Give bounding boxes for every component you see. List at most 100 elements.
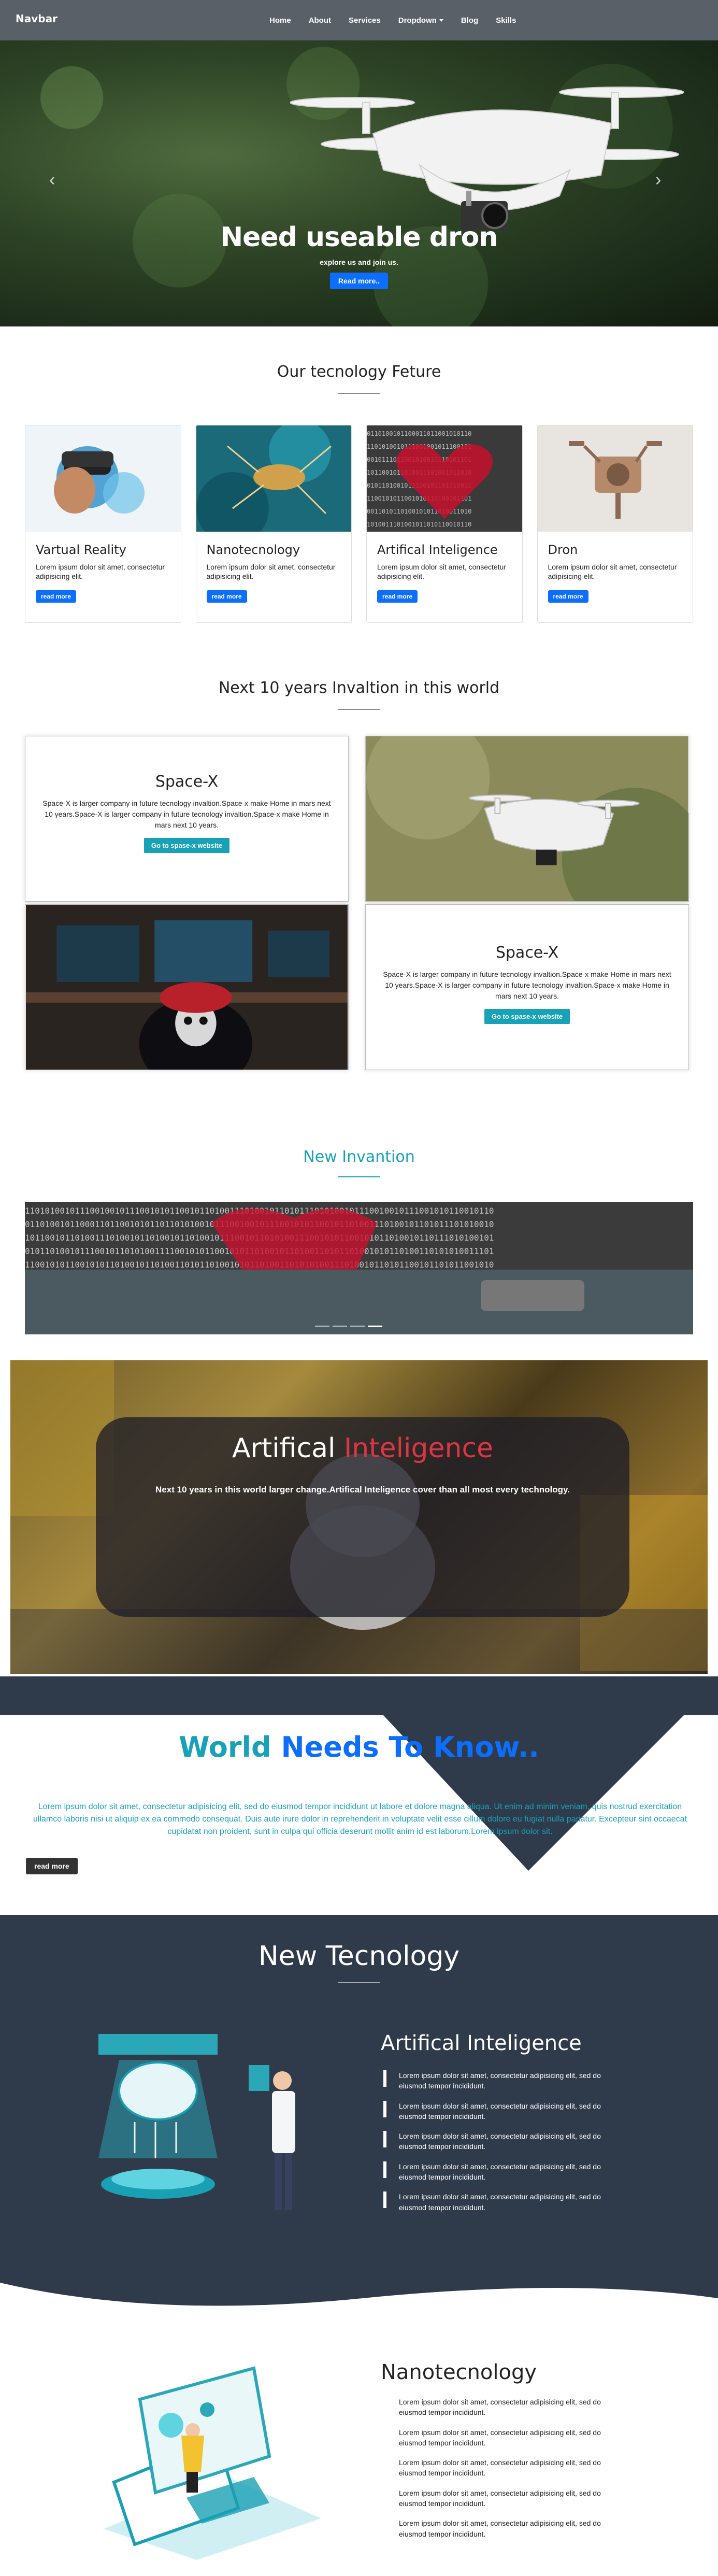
nav-link-blog[interactable]: Blog xyxy=(461,16,478,25)
dron-image xyxy=(537,425,693,532)
carousel-indicator[interactable] xyxy=(315,1326,329,1327)
nanotech-image xyxy=(196,425,352,545)
needs-words: Needs To Know.. xyxy=(281,1731,539,1763)
svg-text:1010011101001011010110010110: 1010011101001011010110010110 xyxy=(367,521,471,528)
list-item: Lorem ipsum dolor sit amet, consectetur … xyxy=(399,2519,601,2538)
bar-icon xyxy=(383,2131,386,2148)
new-invantion-underline xyxy=(338,1176,380,1177)
caret-down-icon xyxy=(439,19,443,22)
hero-subtitle: explore us and join us. xyxy=(320,258,398,266)
spacex-box-1: Space-X Space-X is larger company in fut… xyxy=(25,736,349,902)
nav-links: Home About Services Dropdown Blog Skills xyxy=(269,0,516,40)
nav-link-skills[interactable]: Skills xyxy=(496,16,516,25)
hero-read-more-button[interactable]: Read more.. xyxy=(329,273,389,289)
bar-icon xyxy=(383,2161,386,2178)
spacex-text: Space-X is larger company in future tecn… xyxy=(42,799,331,829)
navbar: Navbar Home About Services Dropdown Blog… xyxy=(0,0,718,40)
wave-divider xyxy=(0,2283,718,2319)
features-underline xyxy=(338,393,380,394)
nav-link-dropdown[interactable]: Dropdown xyxy=(398,16,443,25)
list-item: Lorem ipsum dolor sit amet, consectetur … xyxy=(383,2131,611,2152)
list-item: Lorem ipsum dolor sit amet, consectetur … xyxy=(383,2191,611,2213)
ai-title-white: Artifical xyxy=(232,1433,336,1464)
list-item-text: Lorem ipsum dolor sit amet, consectetur … xyxy=(399,2132,601,2151)
carousel-indicator[interactable] xyxy=(333,1326,347,1327)
spacex-title: Space-X xyxy=(495,944,559,962)
card-vr: Vartual Reality Lorem ipsum dolor sit am… xyxy=(25,425,181,623)
hacker-image xyxy=(25,904,349,1070)
svg-text:0011010110100101011010011010: 0011010110100101011010011010 xyxy=(367,508,471,515)
carousel-indicator[interactable] xyxy=(350,1326,365,1327)
nav-link-home[interactable]: Home xyxy=(269,16,291,25)
world-needs-title: World Needs To Know.. xyxy=(0,1731,718,1763)
card-read-more-button[interactable]: read more xyxy=(36,590,77,603)
invantion-carousel: 1101010010111001001011100101011001011010… xyxy=(25,1202,693,1334)
nano-list: Lorem ipsum dolor sit amet, consectetur … xyxy=(399,2397,616,2549)
ai-banner: Artifical Inteligence Next 10 years in t… xyxy=(10,1360,708,1674)
list-item-text: Lorem ipsum dolor sit amet, consectetur … xyxy=(399,2193,601,2212)
world-needs-text: Lorem ipsum dolor sit amet, consectetur … xyxy=(33,1802,687,1836)
world-needs-read-more-button[interactable]: read more xyxy=(26,1858,78,1874)
dropdown-label: Dropdown xyxy=(398,16,437,25)
card-title: Artifical Inteligence xyxy=(377,543,498,557)
card-text: Lorem ipsum dolor sit amet, consectetur … xyxy=(206,563,336,581)
new-tecnology-title: New Tecnology xyxy=(258,1941,460,1972)
hero-carousel: ‹ › Need useable dron explore us and joi… xyxy=(0,40,718,326)
spacex-title: Space-X xyxy=(155,773,219,791)
list-item: Lorem ipsum dolor sit amet, consectetur … xyxy=(399,2398,601,2417)
invaltion-underline xyxy=(338,709,380,710)
card-ai: 0110100101100011011001010110 11010100101… xyxy=(366,425,523,623)
svg-text:0110100101100011011001010110: 0110100101100011011001010110 xyxy=(367,430,471,437)
list-item-text: Lorem ipsum dolor sit amet, consectetur … xyxy=(399,2071,601,2090)
card-title: Dron xyxy=(548,543,578,557)
ai-subtitle: Artifical Inteligence xyxy=(381,2031,582,2055)
spacex-website-button[interactable]: Go to spase-x website xyxy=(143,838,230,853)
card-text: Lorem ipsum dolor sit amet, consectetur … xyxy=(377,563,506,581)
card-read-more-button[interactable]: read more xyxy=(377,590,418,603)
ai-illustration xyxy=(98,2034,295,2210)
list-item: Lorem ipsum dolor sit amet, consectetur … xyxy=(383,2100,611,2122)
list-item: Lorem ipsum dolor sit amet, consectetur … xyxy=(383,2161,611,2183)
card-nano: Nanotecnology Lorem ipsum dolor sit amet… xyxy=(195,425,352,623)
bar-icon xyxy=(383,2070,386,2087)
card-read-more-button[interactable]: read more xyxy=(206,590,247,603)
list-item: Lorem ipsum dolor sit amet, consectetur … xyxy=(383,2070,611,2091)
carousel-next-icon[interactable]: › xyxy=(655,170,661,190)
navbar-brand[interactable]: Navbar xyxy=(16,12,58,25)
drone-sky-image xyxy=(365,736,689,902)
invaltion-title: Next 10 years Invaltion in this world xyxy=(218,679,500,697)
card-text: Lorem ipsum dolor sit amet, consectetur … xyxy=(36,563,165,581)
binary-heart-image: 0110100101100011011001010110 11010100101… xyxy=(367,425,522,532)
spacex-website-button[interactable]: Go to spase-x website xyxy=(484,1009,570,1024)
new-tecnology-section: New Tecnology Artifical Inteligence Lore… xyxy=(0,1915,718,2319)
world-word: World xyxy=(179,1731,271,1763)
card-dron: Dron Lorem ipsum dolor sit amet, consect… xyxy=(537,425,693,623)
feature-cards: Vartual Reality Lorem ipsum dolor sit am… xyxy=(25,425,693,623)
list-item-text: Lorem ipsum dolor sit amet, consectetur … xyxy=(399,2162,601,2182)
carousel-indicator-active[interactable] xyxy=(368,1326,382,1327)
new-tecnology-underline xyxy=(338,1982,380,1983)
hero-caption: Need useable dron explore us and join us… xyxy=(0,222,718,289)
list-item: Lorem ipsum dolor sit amet, consectetur … xyxy=(399,2428,601,2447)
spacex-box-2: Space-X Space-X is larger company in fut… xyxy=(365,904,689,1070)
nav-link-services[interactable]: Services xyxy=(349,16,381,25)
ai-card: Artifical Inteligence Next 10 years in t… xyxy=(96,1417,629,1617)
bar-icon xyxy=(383,2100,386,2117)
card-read-more-button[interactable]: read more xyxy=(548,590,588,603)
ai-description: Next 10 years in this world larger chang… xyxy=(155,1485,570,1495)
nano-subtitle: Nanotecnology xyxy=(381,2360,537,2384)
nav-link-about[interactable]: About xyxy=(309,16,331,25)
carousel-prev-icon[interactable]: ‹ xyxy=(49,170,55,190)
ai-title-red: Inteligence xyxy=(343,1433,494,1464)
ai-title: Artifical Inteligence xyxy=(96,1433,629,1464)
world-needs-section: World Needs To Know.. Lorem ipsum dolor … xyxy=(0,1676,718,1915)
spacex-text: Space-X is larger company in future tecn… xyxy=(383,970,671,1000)
bar-icon xyxy=(383,2191,386,2209)
hero-title: Need useable dron xyxy=(220,222,498,253)
list-item: Lorem ipsum dolor sit amet, consectetur … xyxy=(399,2488,601,2508)
card-text: Lorem ipsum dolor sit amet, consectetur … xyxy=(548,563,677,581)
card-title: Nanotecnology xyxy=(206,543,300,557)
list-item: Lorem ipsum dolor sit amet, consectetur … xyxy=(399,2458,601,2478)
vr-image xyxy=(25,425,181,532)
card-title: Vartual Reality xyxy=(36,543,126,557)
